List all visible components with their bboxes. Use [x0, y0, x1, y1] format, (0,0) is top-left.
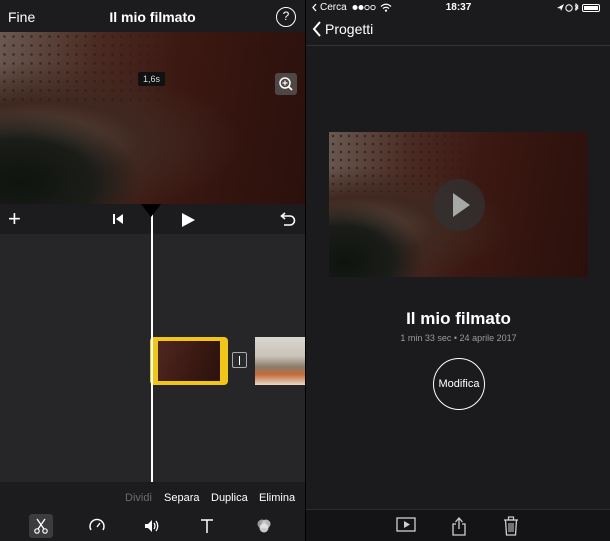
transition-icon[interactable] [232, 352, 247, 368]
scissors-tool[interactable] [29, 514, 53, 538]
chevron-left-icon [312, 21, 321, 37]
trash-icon[interactable] [503, 516, 519, 536]
play-button[interactable] [433, 179, 485, 231]
playhead [151, 204, 153, 482]
filters-icon[interactable] [254, 516, 274, 536]
project-thumbnail[interactable] [329, 132, 588, 277]
video-preview[interactable]: 1,6s [0, 32, 305, 204]
volume-icon[interactable] [143, 517, 161, 535]
video-clip[interactable] [255, 337, 305, 385]
help-button[interactable]: ? [276, 7, 296, 27]
scissors-icon [34, 518, 48, 534]
back-button[interactable]: Progetti [312, 21, 373, 37]
play-icon[interactable] [181, 212, 196, 228]
editor-pane: Fine Il mio filmato ? 1,6s + Dividi Sepa… [0, 0, 305, 541]
status-bar: Cerca 18:37 [306, 0, 610, 16]
back-label: Progetti [325, 21, 374, 37]
project-toolbar [306, 509, 610, 541]
editor-top-bar: Fine Il mio filmato ? [0, 0, 305, 32]
preview-texture [0, 32, 160, 102]
project-meta: 1 min 33 sec • 24 aprile 2017 [400, 333, 517, 343]
share-icon[interactable] [451, 516, 467, 536]
project-pane: Cerca 18:37 Progetti Il mio filmato 1 mi… [305, 0, 610, 541]
play-icon [453, 193, 470, 217]
zoom-button[interactable] [275, 73, 297, 95]
clip-action-bar: Dividi Separa Duplica Elimina [0, 482, 305, 510]
location-alarm-bluetooth-icon [557, 3, 579, 12]
split-button[interactable]: Dividi [125, 492, 152, 504]
selected-video-clip[interactable] [150, 337, 228, 385]
undo-icon[interactable] [278, 212, 296, 228]
detach-button[interactable]: Separa [164, 492, 199, 504]
duplicate-button[interactable]: Duplica [211, 492, 248, 504]
zoom-in-icon [279, 77, 293, 91]
speedometer-icon[interactable] [88, 517, 106, 535]
present-play-icon[interactable] [396, 516, 416, 534]
timecode-badge: 1,6s [138, 72, 166, 86]
editor-title: Il mio filmato [109, 9, 196, 25]
skip-to-start-icon[interactable] [112, 213, 124, 225]
text-icon[interactable] [199, 517, 215, 535]
project-title: Il mio filmato [406, 309, 511, 328]
delete-button[interactable]: Elimina [259, 492, 295, 504]
battery-icon [582, 4, 600, 12]
edit-button[interactable]: Modifica [433, 358, 485, 410]
playhead-marker-icon [141, 204, 161, 217]
add-media-button[interactable]: + [8, 208, 21, 230]
navigation-bar: Progetti [306, 16, 610, 46]
